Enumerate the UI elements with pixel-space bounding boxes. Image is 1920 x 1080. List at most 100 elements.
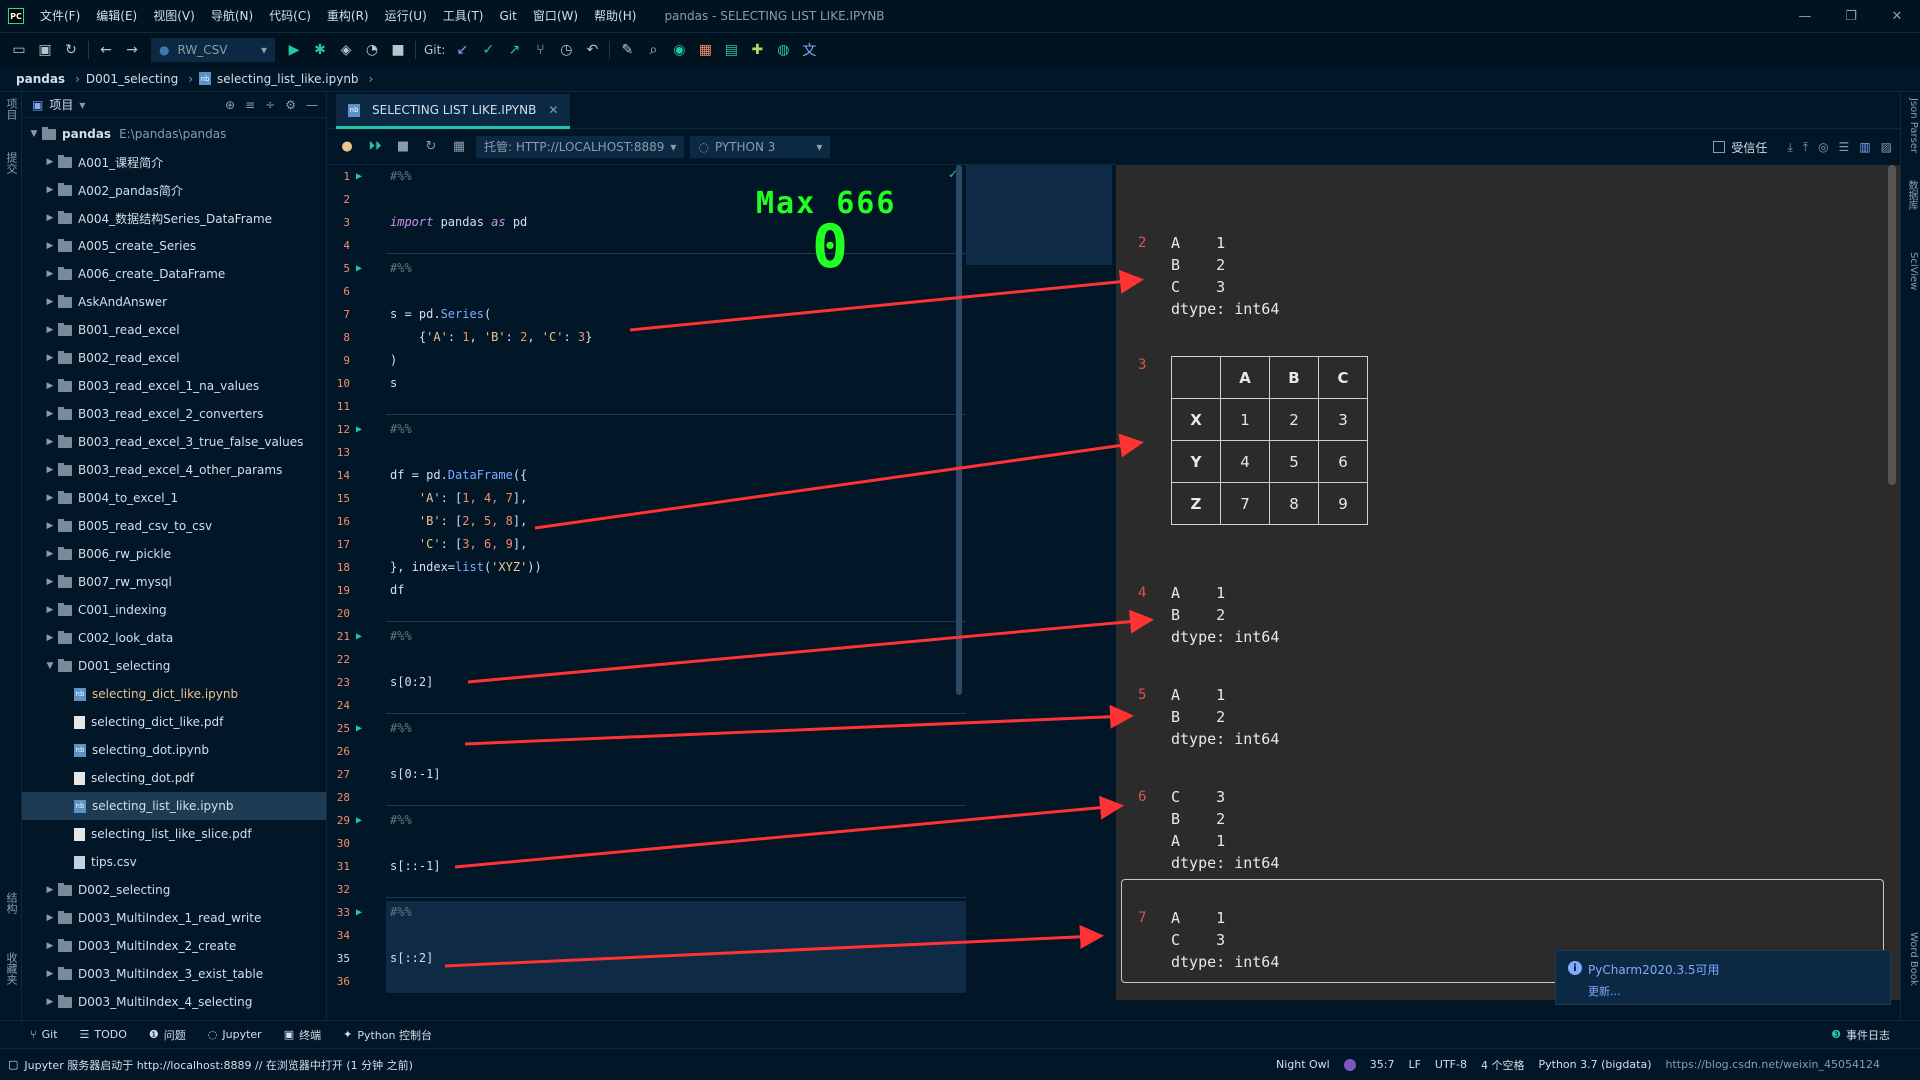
chevron-down-icon[interactable]: ▾ bbox=[79, 98, 85, 112]
preview-icon[interactable]: ◎ bbox=[1818, 140, 1828, 154]
menu-help[interactable]: 帮助(H) bbox=[586, 0, 644, 33]
tree-item[interactable]: ▶ B003_read_excel_3_true_false_values bbox=[22, 428, 326, 456]
tree-item[interactable]: ▶ B007_rw_mysql bbox=[22, 568, 326, 596]
save-all-icon[interactable]: ▣ bbox=[32, 37, 58, 63]
project-panel-title[interactable]: 项目 bbox=[49, 96, 73, 113]
vtab-project[interactable]: 项目 bbox=[3, 98, 19, 120]
search-icon[interactable]: ⌕ bbox=[640, 37, 666, 63]
locate-icon[interactable]: ⊕ bbox=[225, 98, 235, 112]
tree-item[interactable]: nb selecting_dot.ipynb bbox=[22, 736, 326, 764]
split-view-icon[interactable]: ▥ bbox=[1859, 140, 1870, 154]
breadcrumb-project[interactable]: pandas bbox=[16, 72, 65, 86]
history-icon[interactable]: ◷ bbox=[553, 37, 579, 63]
sync-icon[interactable]: ↻ bbox=[58, 37, 84, 63]
tree-item[interactable]: ▶ A002_pandas简介 bbox=[22, 176, 326, 204]
settings-wrench-icon[interactable]: ✎ bbox=[614, 37, 640, 63]
translate-icon[interactable]: 文 bbox=[796, 37, 822, 63]
file-encoding[interactable]: UTF-8 bbox=[1435, 1058, 1467, 1071]
hide-panel-icon[interactable]: — bbox=[306, 98, 318, 112]
kernel-select[interactable]: ◌ PYTHON 3 ▾ bbox=[690, 135, 831, 158]
tree-item[interactable]: selecting_list_like_slice.pdf bbox=[22, 820, 326, 848]
tab-selecting-list-like[interactable]: nb SELECTING LIST LIKE.IPYNB ✕ bbox=[336, 94, 571, 129]
vtab-favorites[interactable]: 收藏夹 bbox=[3, 952, 19, 985]
menu-refactor[interactable]: 重构(R) bbox=[319, 0, 377, 33]
run-cell-icon[interactable]: ▶ bbox=[356, 723, 362, 734]
run-config-select[interactable]: ● RW_CSV ▾ bbox=[151, 37, 275, 62]
debug-icon[interactable]: ✱ bbox=[307, 37, 333, 63]
line-separator[interactable]: LF bbox=[1408, 1058, 1420, 1071]
tree-item[interactable]: ▶ C001_indexing bbox=[22, 596, 326, 624]
tree-item[interactable]: nb selecting_dict_like.ipynb bbox=[22, 680, 326, 708]
restart-kernel-icon[interactable]: ↻ bbox=[420, 136, 442, 158]
vtab-commit[interactable]: 提交 bbox=[3, 152, 19, 174]
back-icon[interactable]: ← bbox=[93, 37, 119, 63]
forward-icon[interactable]: → bbox=[119, 37, 145, 63]
git-push-icon[interactable]: ↗ bbox=[501, 37, 527, 63]
tree-item[interactable]: ▶ D003_MultiIndex_3_exist_table bbox=[22, 960, 326, 988]
run-cell-icon[interactable]: ▶ bbox=[356, 631, 362, 642]
menu-window[interactable]: 窗口(W) bbox=[525, 0, 586, 33]
update-link[interactable]: 更新... bbox=[1588, 983, 1621, 999]
run-cell-icon[interactable]: ▶ bbox=[356, 263, 362, 274]
tree-item[interactable]: ▶ B001_read_excel bbox=[22, 316, 326, 344]
editor-only-icon[interactable]: ☰ bbox=[1839, 140, 1850, 154]
tree-item[interactable]: ▶ B003_read_excel_2_converters bbox=[22, 400, 326, 428]
menu-code[interactable]: 代码(C) bbox=[261, 0, 319, 33]
tree-item[interactable]: selecting_dot.pdf bbox=[22, 764, 326, 792]
vtab-sciview[interactable]: SciView bbox=[1903, 252, 1919, 290]
sciview-icon[interactable]: ▤ bbox=[718, 37, 744, 63]
gear-icon[interactable]: ⚙ bbox=[285, 98, 296, 112]
menu-view[interactable]: 视图(V) bbox=[145, 0, 203, 33]
tree-item[interactable]: ▶ D002_selecting bbox=[22, 876, 326, 904]
git-update-icon[interactable]: ↙ bbox=[449, 37, 475, 63]
editor-scrollbar[interactable] bbox=[956, 165, 962, 695]
tree-item[interactable]: ▶ B006_rw_pickle bbox=[22, 540, 326, 568]
tree-item[interactable]: ▶ B005_read_csv_to_csv bbox=[22, 512, 326, 540]
trusted-toggle[interactable]: 受信任 bbox=[1713, 139, 1767, 156]
minimap[interactable] bbox=[966, 165, 1112, 265]
run-icon[interactable]: ▶ bbox=[281, 37, 307, 63]
close-window-button[interactable]: ✕ bbox=[1874, 0, 1920, 33]
git-branch-icon[interactable]: ⑂ bbox=[527, 37, 553, 63]
menu-run[interactable]: 运行(U) bbox=[377, 0, 435, 33]
menu-file[interactable]: 文件(F) bbox=[32, 0, 88, 33]
status-message[interactable]: Jupyter 服务器启动于 http://localhost:8889 // … bbox=[24, 1057, 413, 1073]
menu-navigate[interactable]: 导航(N) bbox=[203, 0, 261, 33]
tree-item[interactable]: ▼ D001_selecting bbox=[22, 652, 326, 680]
structure-icon[interactable]: ▦ bbox=[692, 37, 718, 63]
theme-label[interactable]: Night Owl bbox=[1276, 1058, 1330, 1071]
tool-event-log[interactable]: ❸ 事件日志 bbox=[1831, 1027, 1890, 1043]
tree-root[interactable]: ▼ pandas E:\pandas\pandas bbox=[22, 120, 326, 148]
vtab-word-book[interactable]: Word Book bbox=[1903, 932, 1919, 986]
inspect-icon[interactable]: ◍ bbox=[770, 37, 796, 63]
tool-todo[interactable]: ☰ TODO bbox=[80, 1028, 127, 1041]
vtab-database[interactable]: 数据库 bbox=[1903, 180, 1919, 210]
scroll-to-top-icon[interactable]: ⤒ bbox=[1803, 140, 1808, 155]
indent-setting[interactable]: 4 个空格 bbox=[1481, 1057, 1525, 1073]
tool-terminal[interactable]: ▣ 终端 bbox=[284, 1027, 321, 1043]
tree-item[interactable]: ▶ A005_create_Series bbox=[22, 232, 326, 260]
interrupt-kernel-icon[interactable]: ■ bbox=[392, 136, 414, 158]
tool-problems[interactable]: ❶ 问题 bbox=[149, 1027, 186, 1043]
breadcrumb-folder[interactable]: D001_selecting bbox=[86, 72, 178, 86]
tree-item[interactable]: ▶ A001_课程简介 bbox=[22, 148, 326, 176]
close-icon[interactable]: ✕ bbox=[548, 103, 558, 117]
tree-item[interactable]: ▶ D003_MultiIndex_4_selecting bbox=[22, 988, 326, 1016]
menu-tools[interactable]: 工具(T) bbox=[435, 0, 492, 33]
minimize-button[interactable]: — bbox=[1782, 0, 1828, 33]
tree-item[interactable]: ▶ B002_read_excel bbox=[22, 344, 326, 372]
code-editor[interactable]: #%% import pandas as pd #%% s = pd.Serie… bbox=[386, 165, 966, 1000]
tree-item[interactable]: ▶ C002_look_data bbox=[22, 624, 326, 652]
menu-edit[interactable]: 编辑(E) bbox=[88, 0, 145, 33]
open-folder-icon[interactable]: ▭ bbox=[6, 37, 32, 63]
vtab-json-parser[interactable]: Json Parser bbox=[1903, 98, 1919, 153]
tree-item[interactable]: ▶ B003_read_excel_4_other_params bbox=[22, 456, 326, 484]
git-commit-icon[interactable]: ✓ bbox=[475, 37, 501, 63]
tool-jupyter[interactable]: ◌ Jupyter bbox=[208, 1028, 262, 1041]
run-cell-icon[interactable]: ▶ bbox=[356, 815, 362, 826]
jupyter-server-select[interactable]: 托管: HTTP://LOCALHOST:8889 ▾ bbox=[476, 135, 685, 158]
tree-item[interactable]: ▶ B003_read_excel_1_na_values bbox=[22, 372, 326, 400]
breadcrumb-file[interactable]: selecting_list_like.ipynb bbox=[217, 72, 359, 86]
stop-icon[interactable]: ■ bbox=[385, 37, 411, 63]
tool-python-console[interactable]: ✦ Python 控制台 bbox=[343, 1027, 432, 1043]
